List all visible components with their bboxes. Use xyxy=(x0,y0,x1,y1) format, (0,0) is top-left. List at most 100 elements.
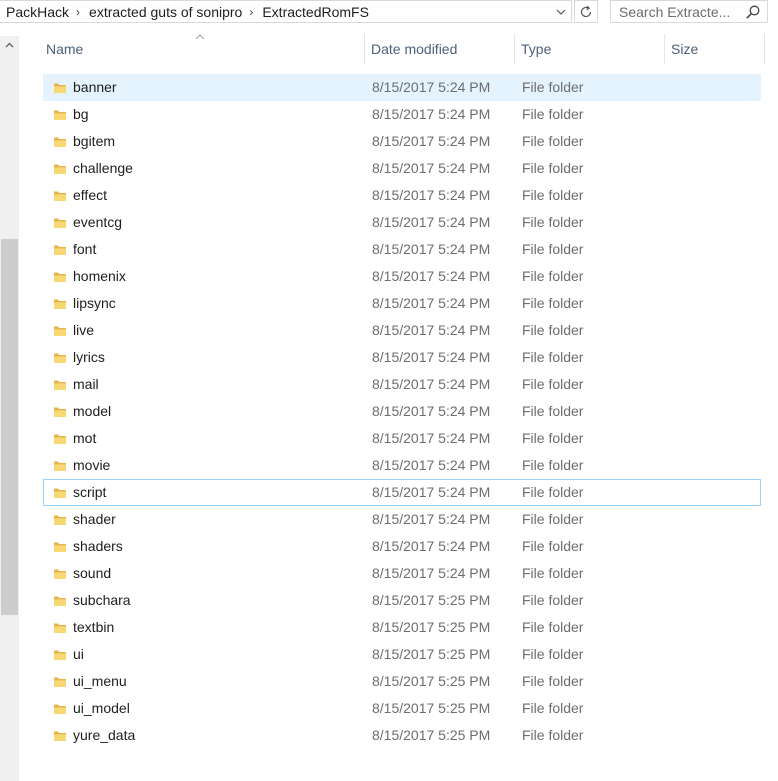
list-item-challenge[interactable]: challenge 8/15/2017 5:24 PM File folder xyxy=(43,155,761,182)
folder-icon xyxy=(52,134,68,150)
list-item-bg[interactable]: bg 8/15/2017 5:24 PM File folder xyxy=(43,101,761,128)
list-item-bgitem[interactable]: bgitem 8/15/2017 5:24 PM File folder xyxy=(43,128,761,155)
file-date-modified: 8/15/2017 5:24 PM xyxy=(372,160,491,176)
list-item-eventcg[interactable]: eventcg 8/15/2017 5:24 PM File folder xyxy=(43,209,761,236)
list-item-font[interactable]: font 8/15/2017 5:24 PM File folder xyxy=(43,236,761,263)
file-date-modified: 8/15/2017 5:24 PM xyxy=(372,241,491,257)
file-name: bgitem xyxy=(73,133,116,149)
file-date-modified: 8/15/2017 5:24 PM xyxy=(372,106,491,122)
breadcrumb-separator-icon[interactable]: › xyxy=(73,1,83,22)
file-name: live xyxy=(73,322,95,338)
list-item-shader[interactable]: shader 8/15/2017 5:24 PM File folder xyxy=(43,506,761,533)
folder-icon xyxy=(52,296,68,312)
list-item-live[interactable]: live 8/15/2017 5:24 PM File folder xyxy=(43,317,761,344)
search-box[interactable] xyxy=(610,0,768,23)
chevron-down-icon[interactable] xyxy=(551,1,571,22)
folder-icon xyxy=(52,539,68,555)
list-item-textbin[interactable]: textbin 8/15/2017 5:25 PM File folder xyxy=(43,614,761,641)
folder-icon xyxy=(52,620,68,636)
file-type: File folder xyxy=(522,268,584,284)
file-name: model xyxy=(73,403,112,419)
breadcrumb-extractedromfs[interactable]: ExtractedRomFS xyxy=(256,1,373,22)
file-name: shaders xyxy=(73,538,123,554)
file-type: File folder xyxy=(522,214,584,230)
file-date-modified: 8/15/2017 5:25 PM xyxy=(372,646,491,662)
file-name: font xyxy=(73,241,97,257)
file-list: banner 8/15/2017 5:24 PM File folder bg 8/15… xyxy=(43,74,761,749)
list-item-ui[interactable]: ui 8/15/2017 5:25 PM File folder xyxy=(43,641,761,668)
folder-icon xyxy=(52,215,68,231)
file-type: File folder xyxy=(522,349,584,365)
list-item-homenix[interactable]: homenix 8/15/2017 5:24 PM File folder xyxy=(43,263,761,290)
folder-icon xyxy=(52,728,68,744)
file-name: movie xyxy=(73,457,111,473)
file-type: File folder xyxy=(522,457,584,473)
list-item-model[interactable]: model 8/15/2017 5:24 PM File folder xyxy=(43,398,761,425)
folder-icon xyxy=(52,404,68,420)
file-name: mot xyxy=(73,430,97,446)
list-item-mail[interactable]: mail 8/15/2017 5:24 PM File folder xyxy=(43,371,761,398)
folder-icon xyxy=(52,458,68,474)
search-icon[interactable] xyxy=(745,4,761,20)
file-date-modified: 8/15/2017 5:25 PM xyxy=(372,673,491,689)
file-date-modified: 8/15/2017 5:24 PM xyxy=(372,403,491,419)
list-item-banner[interactable]: banner 8/15/2017 5:24 PM File folder xyxy=(43,74,761,101)
column-divider[interactable] xyxy=(764,34,765,64)
column-header-date-modified[interactable]: Date modified xyxy=(365,34,515,64)
file-date-modified: 8/15/2017 5:24 PM xyxy=(372,565,491,581)
list-item-lipsync[interactable]: lipsync 8/15/2017 5:24 PM File folder xyxy=(43,290,761,317)
file-type: File folder xyxy=(522,376,584,392)
file-name: shader xyxy=(73,511,116,527)
file-name: yure_data xyxy=(73,727,136,743)
list-item-sound[interactable]: sound 8/15/2017 5:24 PM File folder xyxy=(43,560,761,587)
file-name: effect xyxy=(73,187,107,203)
column-header-type[interactable]: Type xyxy=(515,34,665,64)
file-date-modified: 8/15/2017 5:24 PM xyxy=(372,79,491,95)
folder-icon xyxy=(52,161,68,177)
file-type: File folder xyxy=(522,133,584,149)
file-type: File folder xyxy=(522,322,584,338)
scrollbar-thumb[interactable] xyxy=(1,239,18,615)
list-item-shaders[interactable]: shaders 8/15/2017 5:24 PM File folder xyxy=(43,533,761,560)
list-item-effect[interactable]: effect 8/15/2017 5:24 PM File folder xyxy=(43,182,761,209)
breadcrumb-extracted-guts[interactable]: extracted guts of sonipro xyxy=(83,1,246,22)
folder-icon xyxy=(52,188,68,204)
navigation-pane-scrollbar[interactable] xyxy=(0,36,19,781)
folder-icon xyxy=(52,431,68,447)
list-item-subchara[interactable]: subchara 8/15/2017 5:25 PM File folder xyxy=(43,587,761,614)
breadcrumb-packhack[interactable]: PackHack xyxy=(0,1,73,22)
file-name: homenix xyxy=(73,268,126,284)
folder-icon xyxy=(52,242,68,258)
folder-icon xyxy=(52,269,68,285)
breadcrumb-separator-icon[interactable]: › xyxy=(246,1,256,22)
file-type: File folder xyxy=(522,430,584,446)
list-item-ui-model[interactable]: ui_model 8/15/2017 5:25 PM File folder xyxy=(43,695,761,722)
scroll-up-arrow-icon[interactable] xyxy=(0,36,19,54)
file-date-modified: 8/15/2017 5:25 PM xyxy=(372,619,491,635)
address-bar[interactable]: PackHack › extracted guts of sonipro › E… xyxy=(0,0,572,23)
column-header-name[interactable]: Name xyxy=(40,34,365,64)
search-input[interactable] xyxy=(611,1,747,22)
list-item-mot[interactable]: mot 8/15/2017 5:24 PM File folder xyxy=(43,425,761,452)
file-name: challenge xyxy=(73,160,133,176)
list-item-movie[interactable]: movie 8/15/2017 5:24 PM File folder xyxy=(43,452,761,479)
file-name: ui_menu xyxy=(73,673,127,689)
file-name: sound xyxy=(73,565,112,581)
address-toolbar: PackHack › extracted guts of sonipro › E… xyxy=(0,0,778,24)
list-item-yure-data[interactable]: yure_data 8/15/2017 5:25 PM File folder xyxy=(43,722,761,749)
file-date-modified: 8/15/2017 5:25 PM xyxy=(372,700,491,716)
file-type: File folder xyxy=(522,187,584,203)
file-date-modified: 8/15/2017 5:24 PM xyxy=(372,430,491,446)
list-item-ui-menu[interactable]: ui_menu 8/15/2017 5:25 PM File folder xyxy=(43,668,761,695)
list-item-lyrics[interactable]: lyrics 8/15/2017 5:24 PM File folder xyxy=(43,344,761,371)
refresh-button[interactable] xyxy=(574,0,598,23)
folder-icon xyxy=(52,323,68,339)
column-header-size[interactable]: Size xyxy=(665,34,765,64)
file-type: File folder xyxy=(522,565,584,581)
file-date-modified: 8/15/2017 5:24 PM xyxy=(372,538,491,554)
file-name: script xyxy=(73,484,107,500)
file-date-modified: 8/15/2017 5:24 PM xyxy=(372,133,491,149)
file-date-modified: 8/15/2017 5:24 PM xyxy=(372,214,491,230)
list-item-script[interactable]: script 8/15/2017 5:24 PM File folder xyxy=(43,479,761,506)
file-name: ui_model xyxy=(73,700,130,716)
